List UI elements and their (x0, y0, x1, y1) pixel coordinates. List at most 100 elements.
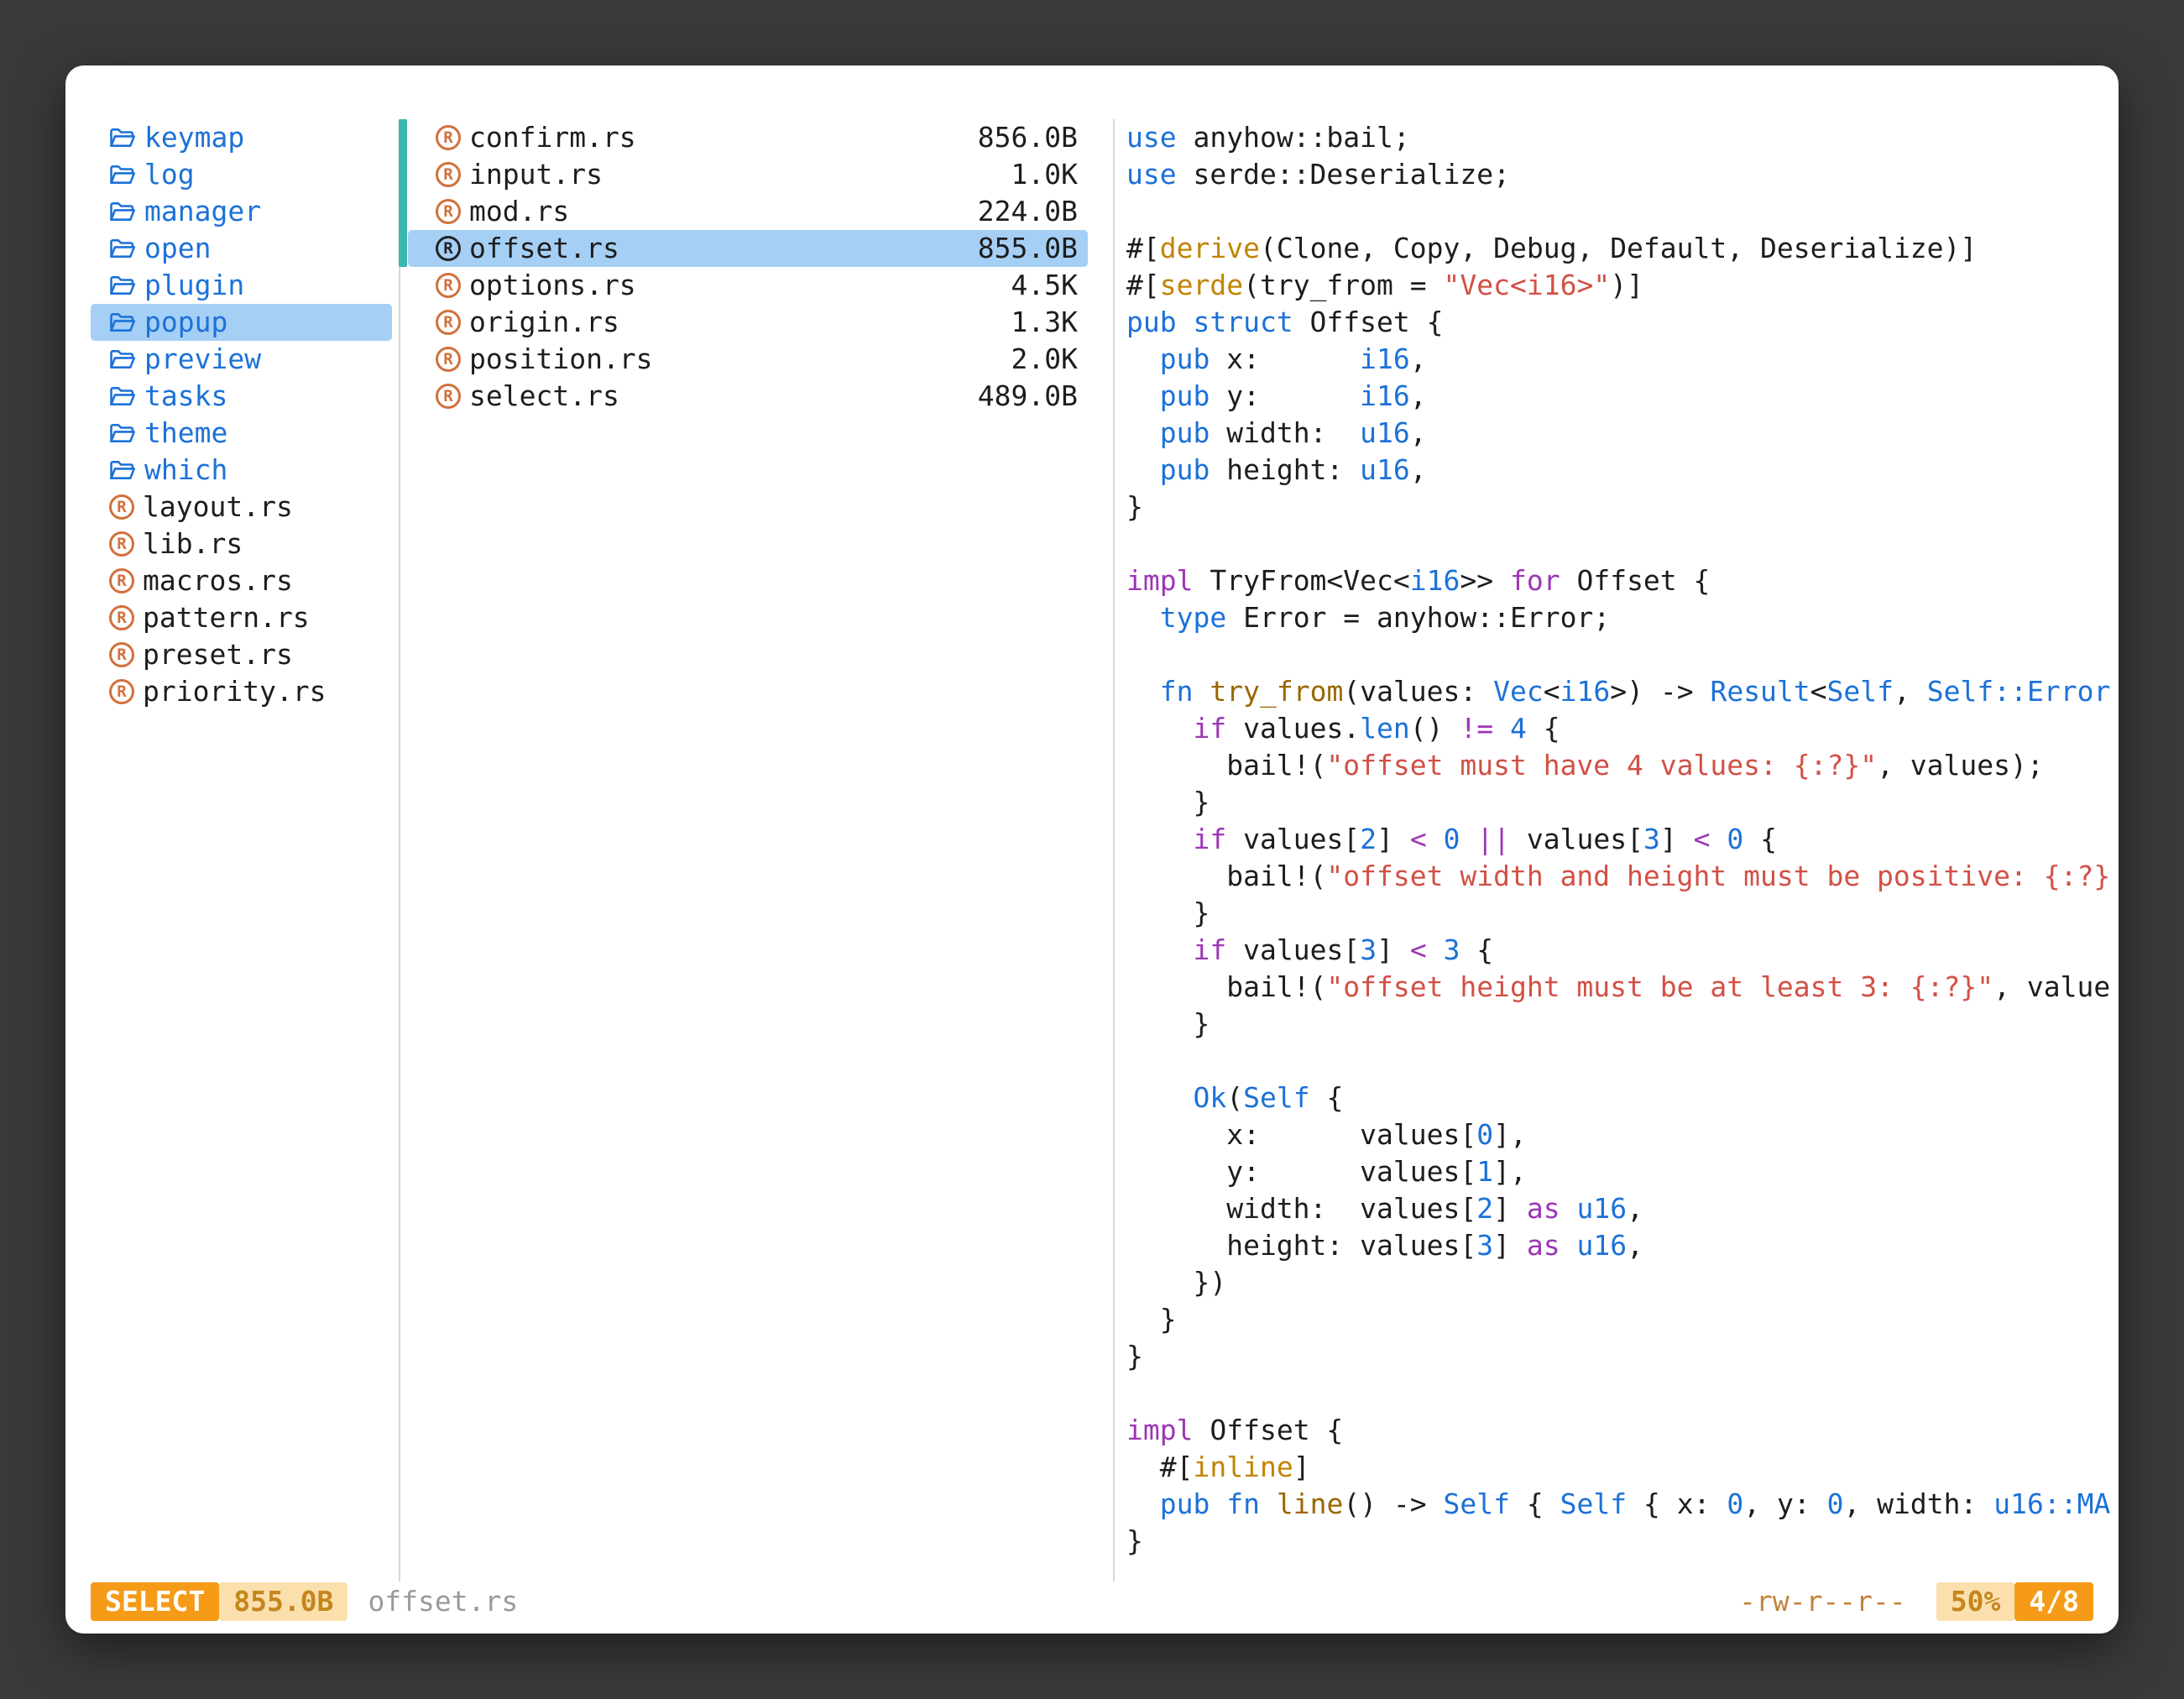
sidebar-item-popup[interactable]: popup (91, 304, 392, 341)
sidebar-item-label: priority.rs (143, 673, 327, 710)
sidebar-item-label: pattern.rs (143, 599, 310, 636)
code-line: bail!("offset height must be at least 3:… (1126, 969, 2119, 1006)
folder-open-icon (109, 127, 136, 149)
code-line: use anyhow::bail; (1126, 119, 2119, 156)
file-size: 856.0B (978, 119, 1078, 156)
code-line: type Error = anyhow::Error; (1126, 599, 2119, 636)
sidebar-item-manager[interactable]: manager (91, 193, 392, 230)
sidebar-item-label: popup (144, 304, 227, 341)
sidebar-item-preview[interactable]: preview (91, 341, 392, 378)
sidebar-item-tasks[interactable]: tasks (91, 378, 392, 415)
sidebar-item-label: plugin (144, 267, 244, 304)
sidebar-item-lib-rs[interactable]: Rlib.rs (91, 525, 392, 562)
folder-open-icon (109, 238, 136, 260)
sidebar-item-priority-rs[interactable]: Rpriority.rs (91, 673, 392, 710)
file-name: confirm.rs (469, 119, 636, 156)
file-size: 2.0K (1011, 341, 1078, 378)
rust-file-icon: R (436, 199, 461, 224)
sidebar-item-preset-rs[interactable]: Rpreset.rs (91, 636, 392, 673)
scroll-indicator (399, 119, 407, 267)
sidebar-item-layout-rs[interactable]: Rlayout.rs (91, 489, 392, 525)
file-row-input-rs[interactable]: Rinput.rs1.0K (408, 156, 1088, 193)
sidebar-item-plugin[interactable]: plugin (91, 267, 392, 304)
code-line: y: values[1], (1126, 1153, 2119, 1190)
code-line: Ok(Self { (1126, 1080, 2119, 1116)
rust-file-icon: R (109, 568, 134, 593)
code-line: #[serde(try_from = "Vec<i16>")] (1126, 267, 2119, 304)
file-name: mod.rs (469, 193, 569, 230)
file-size: 4.5K (1011, 267, 1078, 304)
sidebar-item-open[interactable]: open (91, 230, 392, 267)
file-row-options-rs[interactable]: Roptions.rs 4.5K (408, 267, 1088, 304)
file-name: options.rs (469, 267, 636, 304)
file-manager-window: keymaplogmanageropenpluginpopuppreviewta… (65, 65, 2119, 1634)
sidebar-item-label: manager (144, 193, 261, 230)
sidebar-item-which[interactable]: which (91, 452, 392, 489)
file-name: origin.rs (469, 304, 619, 341)
rust-file-icon: R (109, 642, 134, 667)
code-line: impl TryFrom<Vec<i16>> for Offset { (1126, 562, 2119, 599)
file-size: 1.0K (1011, 156, 1078, 193)
code-line: pub x: i16, (1126, 341, 2119, 378)
sidebar-item-macros-rs[interactable]: Rmacros.rs (91, 562, 392, 599)
file-name: position.rs (469, 341, 653, 378)
mode-badge: SELECT (91, 1582, 219, 1621)
rust-file-icon: R (436, 162, 461, 187)
file-row-mod-rs[interactable]: Rmod.rs224.0B (408, 193, 1088, 230)
sidebar-item-keymap[interactable]: keymap (91, 119, 392, 156)
folder-open-icon (109, 385, 136, 408)
code-line: pub y: i16, (1126, 378, 2119, 415)
rust-file-icon: R (436, 236, 461, 261)
main-area: keymaplogmanageropenpluginpopuppreviewta… (65, 65, 2119, 1581)
code-line: x: values[0], (1126, 1116, 2119, 1153)
sidebar-item-label: tasks (144, 378, 227, 415)
code-line: if values.len() != 4 { (1126, 710, 2119, 747)
file-row-offset-rs[interactable]: Roffset.rs855.0B (408, 230, 1088, 267)
code-line: #[inline] (1126, 1449, 2119, 1486)
code-line (1126, 1043, 2119, 1080)
code-line: pub width: u16, (1126, 415, 2119, 452)
code-line: fn try_from(values: Vec<i16>) -> Result<… (1126, 673, 2119, 710)
preview-panel[interactable]: use anyhow::bail;use serde::Deserialize;… (1113, 119, 2119, 1581)
code-line: #[derive(Clone, Copy, Debug, Default, De… (1126, 230, 2119, 267)
code-line: if values[2] < 0 || values[3] < 0 { (1126, 821, 2119, 858)
code-line: impl Offset { (1126, 1412, 2119, 1449)
file-name: select.rs (469, 378, 619, 415)
folder-open-icon (109, 459, 136, 482)
rust-file-icon: R (109, 494, 134, 520)
file-row-confirm-rs[interactable]: Rconfirm.rs856.0B (408, 119, 1088, 156)
sidebar-item-label: log (144, 156, 195, 193)
sidebar-item-theme[interactable]: theme (91, 415, 392, 452)
sidebar-item-pattern-rs[interactable]: Rpattern.rs (91, 599, 392, 636)
code-line: } (1126, 1301, 2119, 1338)
cursor-position-badge: 4/8 (2014, 1582, 2093, 1621)
code-line: pub struct Offset { (1126, 304, 2119, 341)
code-line: pub fn line() -> Self { Self { x: 0, y: … (1126, 1486, 2119, 1523)
sidebar-panel[interactable]: keymaplogmanageropenpluginpopuppreviewta… (65, 119, 399, 1581)
scroll-percent-badge: 50% (1936, 1582, 2015, 1621)
rust-file-icon: R (109, 605, 134, 630)
code-line: } (1126, 489, 2119, 525)
folder-open-icon (109, 311, 136, 334)
file-row-position-rs[interactable]: Rposition.rs 2.0K (408, 341, 1088, 378)
folder-open-icon (109, 422, 136, 445)
file-size: 1.3K (1011, 304, 1078, 341)
code-line: use serde::Deserialize; (1126, 156, 2119, 193)
rust-file-icon: R (436, 347, 461, 372)
sidebar-item-label: layout.rs (143, 489, 293, 525)
statusbar: SELECT 855.0B offset.rs -rw-r--r-- 50% 4… (65, 1581, 2119, 1622)
code-line (1126, 1375, 2119, 1412)
sidebar-item-label: theme (144, 415, 227, 452)
code-line: height: values[3] as u16, (1126, 1227, 2119, 1264)
file-list-panel[interactable]: Rconfirm.rs 856.0BRinput.rs1.0KRmod.rs224… (399, 119, 1113, 1581)
rust-file-icon: R (436, 273, 461, 298)
file-size: 855.0B (978, 230, 1078, 267)
folder-open-icon (109, 348, 136, 371)
file-row-origin-rs[interactable]: Rorigin.rs1.3K (408, 304, 1088, 341)
code-line: pub height: u16, (1126, 452, 2119, 489)
code-line: width: values[2] as u16, (1126, 1190, 2119, 1227)
file-row-select-rs[interactable]: Rselect.rs489.0B (408, 378, 1088, 415)
code-line: } (1126, 1338, 2119, 1375)
code-line (1126, 193, 2119, 230)
sidebar-item-log[interactable]: log (91, 156, 392, 193)
